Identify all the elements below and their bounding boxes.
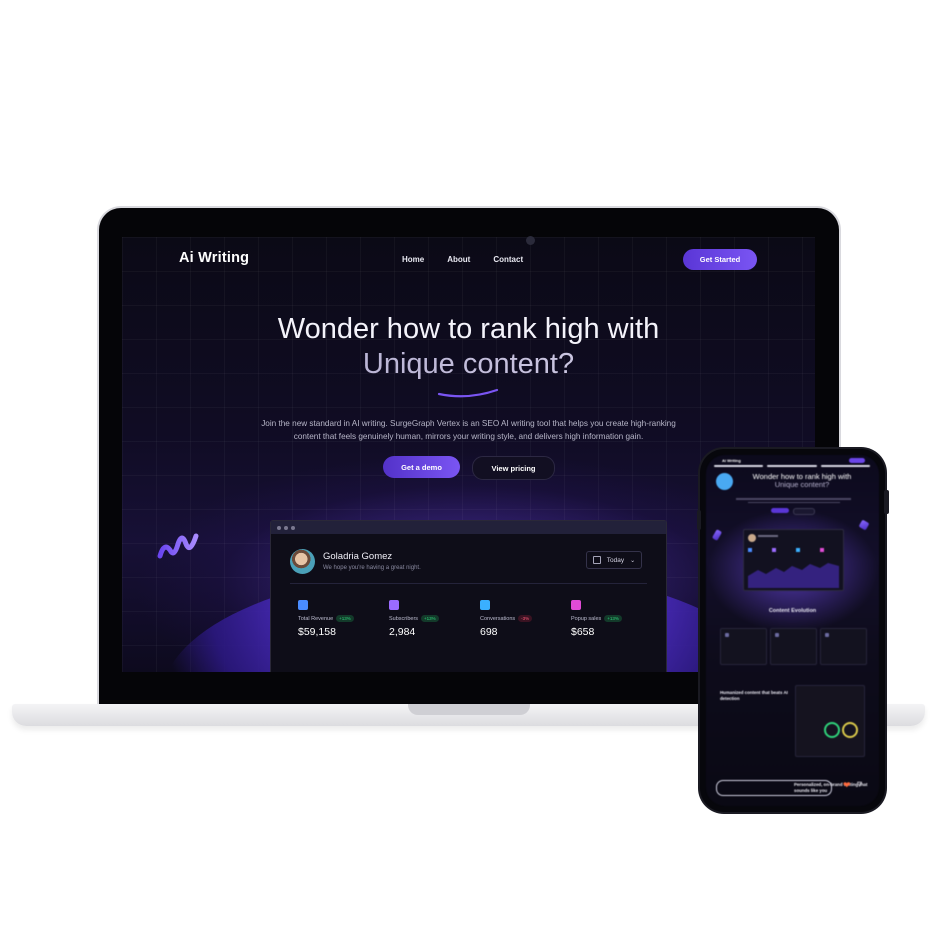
score-ring-ai — [842, 722, 858, 738]
stat-conversations[interactable]: Conversations -3% 698 — [480, 600, 560, 638]
window-dot-icon — [284, 525, 288, 530]
stat-value: $658 — [571, 626, 595, 638]
phone-feature-card[interactable] — [770, 628, 817, 665]
nav-about[interactable]: About — [447, 255, 470, 264]
phone-section-eyebrow: ​ — [706, 601, 879, 605]
stat-label: Conversations — [480, 615, 516, 622]
view-pricing-button[interactable]: View pricing — [472, 456, 555, 480]
phone-headline-highlight: Unique content? — [774, 480, 830, 489]
nav-home[interactable]: Home — [402, 255, 424, 264]
dashboard-preview: Goladria Gomez We hope you're having a g… — [270, 520, 667, 672]
stat-change-badge: +13% — [421, 615, 439, 622]
phone-profile-dot[interactable] — [716, 473, 733, 490]
user-name: Goladria Gomez — [323, 551, 393, 562]
popup-sales-icon — [571, 600, 581, 610]
hero-headline-highlight: Unique content? — [122, 347, 815, 382]
stat-subscribers[interactable]: Subscribers +13% 2,984 — [389, 600, 469, 638]
phone-section-title: Content Evolution — [768, 608, 817, 614]
get-started-button[interactable]: Get Started — [683, 249, 757, 270]
spring-3d-icon — [711, 529, 723, 541]
revenue-icon — [298, 600, 308, 610]
story-tab[interactable] — [714, 465, 764, 467]
stat-label-row: Popup sales +13% — [571, 615, 651, 622]
chevron-down-icon: ⌄ — [630, 557, 636, 564]
phone-logo[interactable]: Ai Writing — [722, 458, 741, 463]
phone-ai-score-card — [795, 685, 865, 757]
spring-3d-icon — [157, 533, 199, 559]
score-ring-human — [824, 722, 840, 738]
hero-headline: Wonder how to rank high with — [277, 313, 660, 345]
cube-3d-icon — [858, 519, 870, 531]
site-logo[interactable]: Ai Writing — [179, 250, 249, 266]
conversations-icon — [480, 600, 490, 610]
phone-side-button — [884, 490, 889, 514]
stat-change-badge: -3% — [518, 615, 533, 622]
phone-humanized-title: Humanized content that beats AI detectio… — [720, 690, 788, 701]
phone-feature-card[interactable] — [820, 628, 867, 665]
phone-screen: Ai Writing Wonder how to rank high with … — [706, 455, 879, 806]
calendar-icon — [592, 556, 601, 564]
filter-icon[interactable]: ▿ — [857, 779, 862, 790]
hero-subtitle-line2: content that feels genuinely human, mirr… — [293, 432, 644, 441]
stat-value: 698 — [480, 626, 498, 638]
stat-change-badge: +13% — [604, 615, 622, 622]
stat-value: $59,158 — [298, 626, 336, 638]
nav-contact[interactable]: Contact — [493, 255, 523, 264]
phone-cta-button[interactable] — [849, 458, 865, 463]
period-dropdown[interactable]: Today ⌄ — [586, 551, 642, 569]
stat-popup-sales[interactable]: Popup sales +13% $658 — [571, 600, 651, 638]
stat-label-row: Conversations -3% — [480, 615, 560, 622]
stat-label: Subscribers — [389, 615, 419, 622]
phone-subtitle-lines — [736, 498, 851, 505]
user-greeting: We hope you're having a great night. — [323, 565, 421, 571]
hero-subtitle-line1: Join the new standard in AI writing. Sur… — [261, 419, 676, 428]
window-titlebar — [271, 521, 666, 534]
heart-icon[interactable]: ❤ — [843, 781, 851, 791]
hero-subtitle: Join the new standard in AI writing. Sur… — [212, 417, 725, 443]
phone-pricing-button[interactable] — [793, 508, 815, 515]
laptop-base-notch — [408, 704, 530, 715]
stat-label-row: Total Revenue +13% — [298, 615, 378, 622]
phone-dashboard-preview — [743, 529, 844, 591]
window-dot-icon — [277, 525, 281, 530]
period-label: Today — [606, 556, 625, 564]
stat-label-row: Subscribers +13% — [389, 615, 469, 622]
phone-feature-card[interactable] — [720, 628, 767, 665]
laptop-camera — [526, 236, 535, 245]
stat-label: Total Revenue — [298, 615, 334, 622]
stat-value: 2,984 — [389, 626, 416, 638]
window-dot-icon — [291, 525, 295, 530]
phone-demo-button[interactable] — [771, 508, 789, 513]
stat-label: Popup sales — [571, 615, 602, 622]
dashboard-divider — [290, 583, 647, 584]
get-demo-button[interactable]: Get a demo — [383, 456, 460, 478]
story-tab[interactable] — [767, 465, 817, 467]
stat-total-revenue[interactable]: Total Revenue +13% $59,158 — [298, 600, 378, 638]
main-nav: Home About Contact — [402, 255, 546, 264]
story-tab[interactable] — [820, 465, 870, 467]
phone-feature-line: ​ — [720, 707, 790, 710]
phone-story-tabs — [714, 465, 870, 467]
phone-volume-button — [697, 510, 701, 530]
user-avatar[interactable] — [290, 549, 315, 574]
subscribers-icon — [389, 600, 399, 610]
phone-area-chart — [748, 534, 839, 588]
stat-change-badge: +13% — [336, 615, 354, 622]
underline-swoosh — [437, 388, 499, 398]
